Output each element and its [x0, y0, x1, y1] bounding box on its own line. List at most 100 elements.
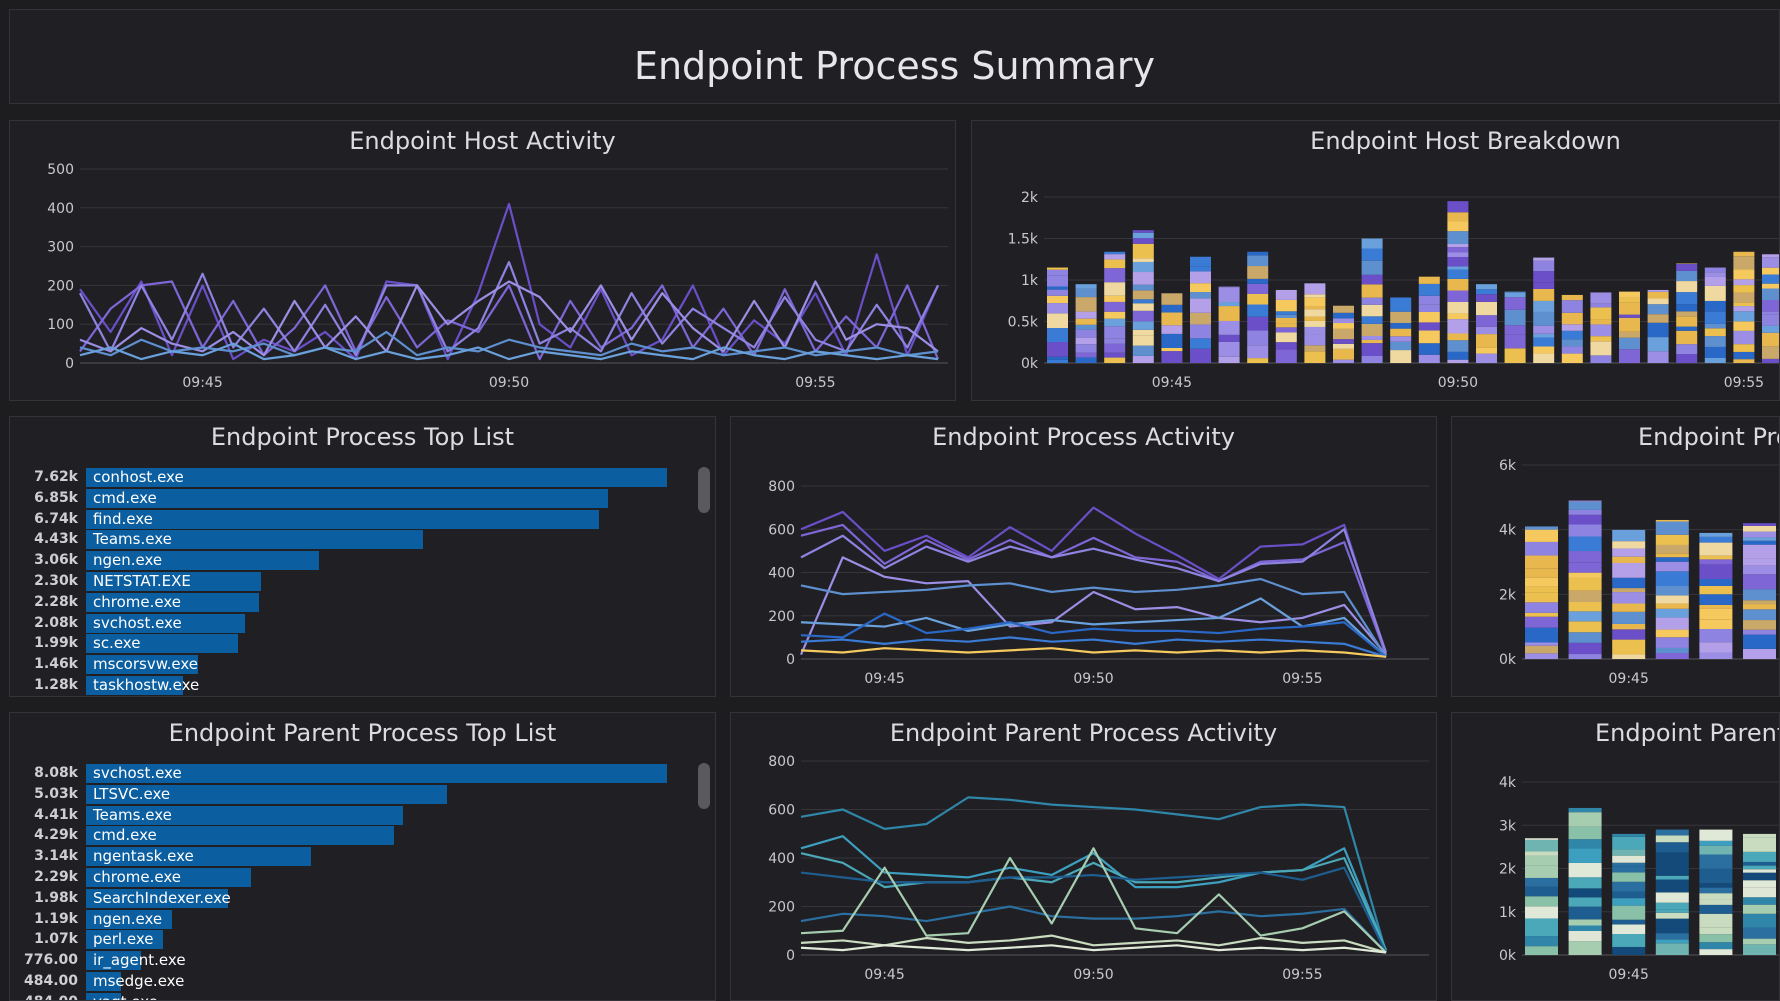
panel-parent-breakdown[interactable]: Endpoint Parent 0k 1k 2k 3k 4k 09:45: [1451, 712, 1780, 1001]
bar-segment: [1275, 289, 1297, 300]
list-item[interactable]: 1.07k perl.exe: [10, 929, 690, 950]
bar: [1647, 289, 1669, 363]
panel-parent-top-list[interactable]: Endpoint Parent Process Top List 8.08k sv…: [9, 712, 716, 1001]
list-item[interactable]: 484.00 vagt.exe: [10, 992, 690, 1000]
list-item-label: backgroundTaskHost.exe: [93, 696, 280, 697]
list-item[interactable]: 6.85k cmd.exe: [10, 488, 690, 509]
bar-segment: [1561, 339, 1583, 347]
list-item[interactable]: 1.99k sc.exe: [10, 633, 690, 654]
bar-segment: [1525, 568, 1558, 578]
list-item[interactable]: 1.28k taskhostw.exe: [10, 675, 690, 696]
bar-segment: [1218, 334, 1240, 342]
list-item[interactable]: 2.08k svchost.exe: [10, 613, 690, 634]
bar-segment: [1132, 303, 1154, 311]
list-item[interactable]: 484.00 msedge.exe: [10, 971, 690, 992]
bar-segment: [1333, 343, 1354, 349]
bar-segment: [1733, 302, 1755, 307]
scrollbar-thumb[interactable]: [698, 467, 710, 513]
list-item[interactable]: 1.24k backgroundTaskHost.exe: [10, 696, 690, 697]
list-item[interactable]: 5.03k LTSVC.exe: [10, 784, 690, 805]
bar-segment: [1525, 653, 1558, 659]
bar-segment: [1447, 247, 1469, 253]
panel-process-top-list[interactable]: Endpoint Process Top List 7.62k conhost.e…: [9, 416, 716, 697]
bar: [1161, 293, 1183, 363]
list-item-label: perl.exe: [93, 930, 154, 949]
list-item[interactable]: 6.74k find.exe: [10, 509, 690, 530]
x-tick-label: 09:55: [795, 375, 835, 391]
bar-segment: [1161, 351, 1183, 363]
bar-segment: [1647, 322, 1669, 338]
list-item[interactable]: 7.62k conhost.exe: [10, 467, 690, 488]
bar: [1619, 291, 1640, 363]
panel-host-activity[interactable]: Endpoint Host Activity 0 100 200 300 400 500 0…: [9, 120, 956, 401]
bar-segment: [1104, 352, 1126, 358]
bar-segment: [1361, 260, 1383, 275]
bar-segment: [1568, 839, 1602, 849]
bar-segment: [1699, 608, 1733, 620]
bar-segment: [1743, 861, 1776, 866]
bar-segment: [1476, 347, 1497, 354]
bar: [1333, 305, 1354, 363]
list-item[interactable]: 3.14k ngentask.exe: [10, 846, 690, 867]
panel-host-breakdown[interactable]: Endpoint Host Breakdown 0k 0.5k 1k 1.5k 2k 09…: [971, 120, 1780, 401]
list-item[interactable]: 2.29k chrome.exe: [10, 867, 690, 888]
bar: [1247, 251, 1269, 363]
bar-segment: [1132, 261, 1154, 273]
bar-segment: [1762, 325, 1779, 333]
bar-segment: [1743, 558, 1776, 566]
list-item-label: mscorsvw.exe: [93, 655, 198, 674]
y-tick-label: 4k: [1499, 775, 1517, 791]
list-item[interactable]: 8.08k svchost.exe: [10, 763, 690, 784]
bar-segment: [1733, 269, 1755, 280]
scrollbar-thumb[interactable]: [698, 763, 710, 809]
bar-segment: [1699, 604, 1733, 609]
bar-segment: [1132, 345, 1154, 356]
bar-segment: [1612, 946, 1646, 955]
y-tick-label: 6k: [1499, 458, 1517, 474]
bar-segment: [1275, 318, 1297, 324]
y-tick-label: 200: [768, 900, 795, 916]
list-item[interactable]: 1.46k mscorsvw.exe: [10, 654, 690, 675]
bar-segment: [1533, 260, 1555, 272]
bar-segment: [1047, 356, 1068, 360]
bar-segment: [1590, 336, 1612, 342]
bar-segment: [1047, 267, 1068, 270]
list-item[interactable]: 776.00 ir_agent.exe: [10, 950, 690, 971]
bar-segment: [1612, 849, 1646, 856]
list-item[interactable]: 1.19k ngen.exe: [10, 909, 690, 930]
bar-segment: [1161, 293, 1183, 305]
bar-segment: [1612, 924, 1646, 935]
bar-segment: [1704, 357, 1726, 363]
bar-segment: [1247, 278, 1269, 284]
bar-segment: [1476, 334, 1497, 348]
bar-segment: [1447, 266, 1469, 270]
list-item[interactable]: 4.41k Teams.exe: [10, 805, 690, 826]
list-item[interactable]: 4.43k Teams.exe: [10, 529, 690, 550]
bar-segment: [1533, 288, 1555, 301]
bar-segment: [1676, 263, 1698, 271]
bar-segment: [1655, 647, 1689, 653]
list-item-label: taskhostw.exe: [93, 675, 200, 694]
panel-parent-activity[interactable]: Endpoint Parent Process Activity 0 200 400…: [730, 712, 1437, 1001]
bar: [1699, 532, 1733, 659]
bar-segment: [1104, 254, 1126, 260]
list-item[interactable]: 3.06k ngen.exe: [10, 550, 690, 571]
list-item-label: vagt.exe: [93, 992, 158, 1000]
bar-segment: [1743, 927, 1776, 939]
bar-segment: [1655, 852, 1689, 867]
bar-segment: [1161, 347, 1183, 352]
bar-segment: [1655, 933, 1689, 940]
list-item[interactable]: 2.30k NETSTAT.EXE: [10, 571, 690, 592]
list-item[interactable]: 1.98k SearchIndexer.exe: [10, 888, 690, 909]
list-item[interactable]: 2.28k chrome.exe: [10, 592, 690, 613]
bar-segment: [1333, 305, 1354, 313]
bar-segment: [1533, 271, 1555, 283]
panel-process-activity[interactable]: Endpoint Process Activity 0 200 400 600 800 0…: [730, 416, 1437, 697]
bar-segment: [1568, 826, 1602, 840]
list-item[interactable]: 4.29k cmd.exe: [10, 825, 690, 846]
panel-process-breakdown[interactable]: Endpoint Pro 0k 2k 4k 6k 09:45: [1451, 416, 1780, 697]
bar-segment: [1218, 306, 1240, 321]
y-tick-label: 3k: [1499, 818, 1517, 834]
list-item-label: chrome.exe: [93, 592, 181, 611]
bar-segment: [1655, 608, 1689, 618]
